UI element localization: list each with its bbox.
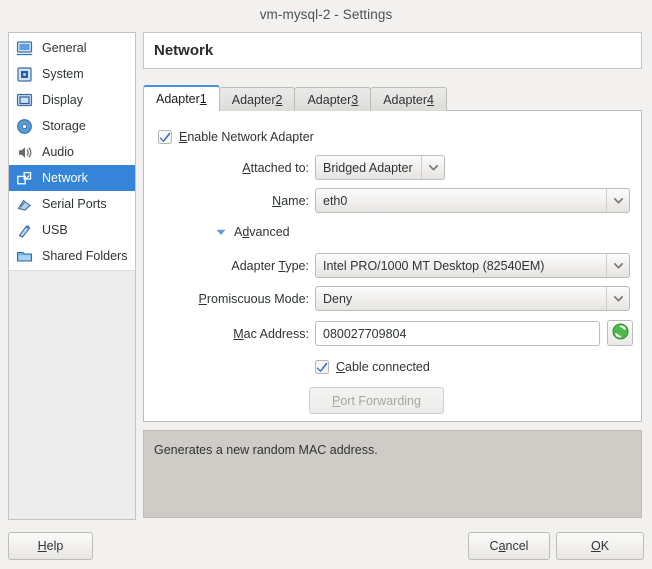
cable-connected-checkbox[interactable]	[315, 360, 329, 374]
sidebar-item-label: Shared Folders	[42, 249, 128, 263]
port-forwarding-button[interactable]: Port Forwarding	[309, 387, 444, 414]
help-button[interactable]: Help	[8, 532, 93, 560]
sidebar-item-label: Network	[42, 171, 88, 185]
adapter-tabpanel: Enable Network Adapter Attached to: Brid…	[143, 110, 642, 422]
tab-label: Adapter	[307, 92, 352, 107]
help-button-label: Help	[37, 539, 64, 553]
tab-mnemonic: 1	[199, 92, 207, 106]
advanced-label: Advanced	[234, 225, 290, 239]
chip-icon	[16, 66, 33, 83]
enable-network-adapter-row[interactable]: Enable Network Adapter	[158, 125, 314, 149]
network-icon	[16, 170, 33, 187]
speaker-icon	[16, 144, 33, 161]
chevron-down-icon	[606, 189, 629, 212]
monitor-icon	[16, 40, 33, 57]
sidebar-item-label: Display	[42, 93, 83, 107]
sidebar-item-shared-folders[interactable]: Shared Folders	[9, 243, 135, 269]
sidebar-item-label: Audio	[42, 145, 74, 159]
window-titlebar: vm-mysql-2 - Settings	[0, 0, 652, 28]
dialog-button-bar: Help Cancel OK	[0, 530, 652, 569]
sidebar-item-display[interactable]: Display	[9, 87, 135, 113]
sidebar-item-usb[interactable]: USB	[9, 217, 135, 243]
status-info-text: Generates a new random MAC address.	[154, 443, 378, 457]
folder-icon	[16, 248, 33, 265]
cable-connected-label: Cable connected	[336, 360, 430, 374]
sidebar-item-audio[interactable]: Audio	[9, 139, 135, 165]
adapter-type-combobox[interactable]: Intel PRO/1000 MT Desktop (82540EM)	[315, 253, 630, 278]
tab-adapter-2[interactable]: Adapter 2	[218, 87, 296, 111]
sidebar-item-network[interactable]: Network	[9, 165, 135, 191]
sidebar-item-label: Storage	[42, 119, 86, 133]
ok-button[interactable]: OK	[556, 532, 644, 560]
chevron-down-icon	[421, 156, 444, 179]
page-title: Network	[154, 42, 214, 59]
port-forwarding-label: Port Forwarding	[332, 393, 421, 408]
sidebar-item-storage[interactable]: Storage	[9, 113, 135, 139]
enable-network-adapter-checkbox[interactable]	[158, 130, 172, 144]
settings-category-sidebar: General System Display Storage Audio Network S…	[8, 32, 136, 520]
mac-address-input[interactable]: 080027709804	[315, 321, 600, 346]
sidebar-list: General System Display Storage Audio Network S…	[9, 33, 135, 271]
chevron-down-icon	[606, 287, 629, 310]
tab-mnemonic: 3	[351, 92, 359, 107]
usb-icon	[16, 222, 33, 239]
tab-label: Adapter	[383, 92, 427, 107]
chevron-down-icon	[606, 254, 629, 277]
cancel-button[interactable]: Cancel	[468, 532, 550, 560]
sidebar-item-system[interactable]: System	[9, 61, 135, 87]
window-title: vm-mysql-2 - Settings	[259, 6, 393, 22]
attached-to-value: Bridged Adapter	[323, 160, 413, 175]
promiscuous-mode-combobox[interactable]: Deny	[315, 286, 630, 311]
refresh-icon	[611, 323, 629, 343]
adapter-type-label: Adapter Type:	[231, 259, 309, 273]
sidebar-item-label: System	[42, 67, 84, 81]
sidebar-item-serial-ports[interactable]: Serial Ports	[9, 191, 135, 217]
mac-address-value: 080027709804	[323, 326, 407, 341]
tab-adapter-1[interactable]: Adapter 1	[143, 85, 220, 111]
sidebar-item-label: Serial Ports	[42, 197, 107, 211]
settings-dialog: vm-mysql-2 - Settings General System Displ…	[0, 0, 652, 569]
tab-label: Adapter	[231, 92, 276, 107]
attached-to-combobox[interactable]: Bridged Adapter	[315, 155, 445, 180]
ok-button-label: OK	[590, 539, 610, 553]
disc-icon	[16, 118, 33, 135]
enable-network-adapter-label: Enable Network Adapter	[179, 130, 314, 144]
name-value: eth0	[323, 193, 348, 208]
sidebar-item-label: General	[42, 41, 87, 55]
page-header-panel: Network	[143, 32, 642, 69]
promiscuous-mode-label: Promiscuous Mode:	[198, 292, 309, 306]
cancel-button-label: Cancel	[489, 539, 529, 553]
advanced-disclosure-toggle[interactable]: Advanced	[215, 225, 290, 239]
tab-adapter-4[interactable]: Adapter 4	[370, 87, 447, 111]
attached-to-label: Attached to:	[242, 161, 309, 175]
tab-label: Adapter	[156, 92, 200, 106]
chevron-down-icon	[215, 226, 227, 238]
name-combobox[interactable]: eth0	[315, 188, 630, 213]
tab-adapter-3[interactable]: Adapter 3	[294, 87, 372, 111]
name-label: Name:	[272, 194, 309, 208]
adapter-tabstrip: Adapter 1 Adapter 2 Adapter 3 Adapter 4	[143, 85, 642, 111]
adapter-type-value: Intel PRO/1000 MT Desktop (82540EM)	[323, 258, 545, 273]
mac-address-label: Mac Address:	[233, 327, 309, 341]
cable-connected-row[interactable]: Cable connected	[315, 355, 430, 379]
tab-mnemonic: 2	[275, 92, 283, 107]
sidebar-item-general[interactable]: General	[9, 35, 135, 61]
tab-mnemonic: 4	[426, 92, 434, 107]
promiscuous-mode-value: Deny	[323, 291, 353, 306]
sidebar-item-label: USB	[42, 223, 68, 237]
display-icon	[16, 92, 33, 109]
status-info-panel: Generates a new random MAC address.	[143, 430, 642, 518]
serial-port-icon	[16, 196, 33, 213]
refresh-mac-button[interactable]	[607, 320, 633, 346]
